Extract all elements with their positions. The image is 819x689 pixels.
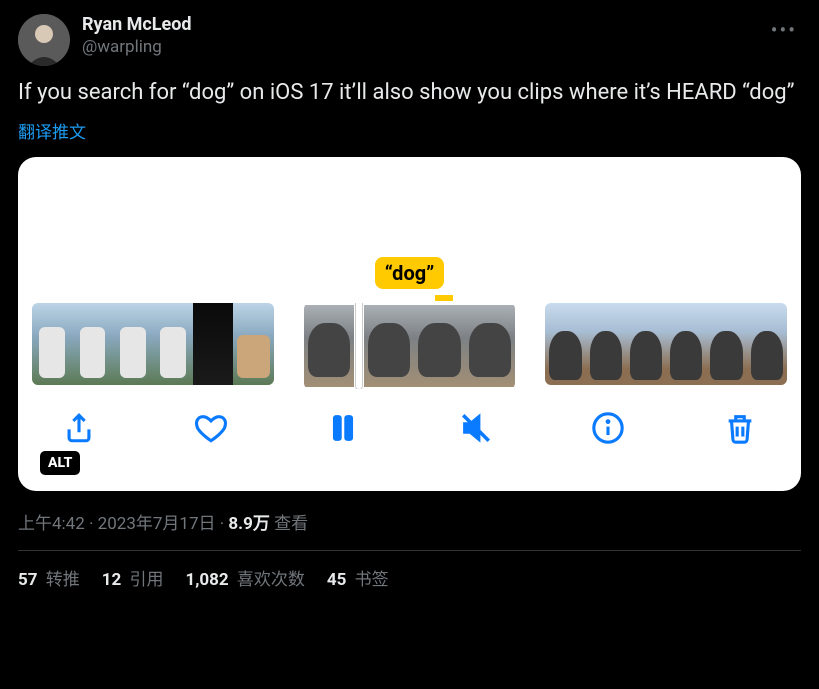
tweet-header: Ryan McLeod @warpling ••• [18,14,801,66]
thumbnail [32,303,72,385]
thumbnail [586,303,626,385]
thumbnail [747,303,787,385]
thumbnail [72,303,112,385]
speaker-muted-icon [459,411,493,445]
mute-button[interactable] [459,411,493,445]
playhead [356,303,362,389]
thumbnail [626,303,666,385]
clip-1 [32,303,274,385]
alt-badge[interactable]: ALT [40,451,80,475]
avatar-placeholder-icon [18,14,70,66]
trash-icon [723,411,757,445]
tweet-text: If you search for “dog” on iOS 17 it’ll … [18,78,801,108]
media-screenshot[interactable]: “dog” [18,157,801,491]
display-name: Ryan McLeod [82,14,192,37]
thumbnail [364,305,415,387]
screenshot-top-space [32,169,787,257]
favorite-button[interactable] [194,411,228,445]
search-tag: “dog” [375,257,445,289]
video-timeline-strip [32,303,787,389]
info-icon [591,411,625,445]
share-icon [62,411,96,445]
tweet-meta: 上午4:42 · 2023年7月17日 · 8.9万 查看 [18,509,801,534]
thumbnail [666,303,706,385]
clip-2-active [304,303,516,389]
caption-marker [435,295,453,301]
thumbnail [706,303,746,385]
avatar[interactable] [18,14,70,66]
bookmarks-stat[interactable]: 45 书签 [327,565,389,590]
thumbnail [113,303,153,385]
clip-3 [545,303,787,385]
pause-button[interactable] [326,411,360,445]
thumbnail [465,305,516,387]
trash-button[interactable] [723,411,757,445]
tweet-date[interactable]: 2023年7月17日 [98,514,216,534]
retweets-stat[interactable]: 57 转推 [18,565,80,590]
more-icon: ••• [771,18,797,42]
thumbnail [233,303,273,385]
thumbnail [193,303,233,385]
thumbnail [304,305,355,387]
thumbnail [153,303,193,385]
info-button[interactable] [591,411,625,445]
share-button[interactable] [62,411,96,445]
quotes-stat[interactable]: 12 引用 [102,565,164,590]
tweet-time[interactable]: 上午4:42 [18,514,85,534]
thumbnail [545,303,585,385]
more-button[interactable]: ••• [767,14,801,46]
tweet-container: Ryan McLeod @warpling ••• If you search … [0,0,819,590]
translate-link[interactable]: 翻译推文 [18,118,801,143]
pause-icon [326,411,360,445]
search-tag-row: “dog” [32,257,787,289]
heart-icon [194,411,228,445]
screenshot-toolbar [32,389,787,445]
views-count: 8.9万 [228,514,269,534]
likes-stat[interactable]: 1,082 喜欢次数 [185,565,304,590]
handle: @warpling [82,37,192,58]
thumbnail [414,305,465,387]
views-label: 查看 [270,514,308,534]
author-names[interactable]: Ryan McLeod @warpling [82,14,192,58]
stats-row: 57 转推 12 引用 1,082 喜欢次数 45 书签 [18,551,801,590]
